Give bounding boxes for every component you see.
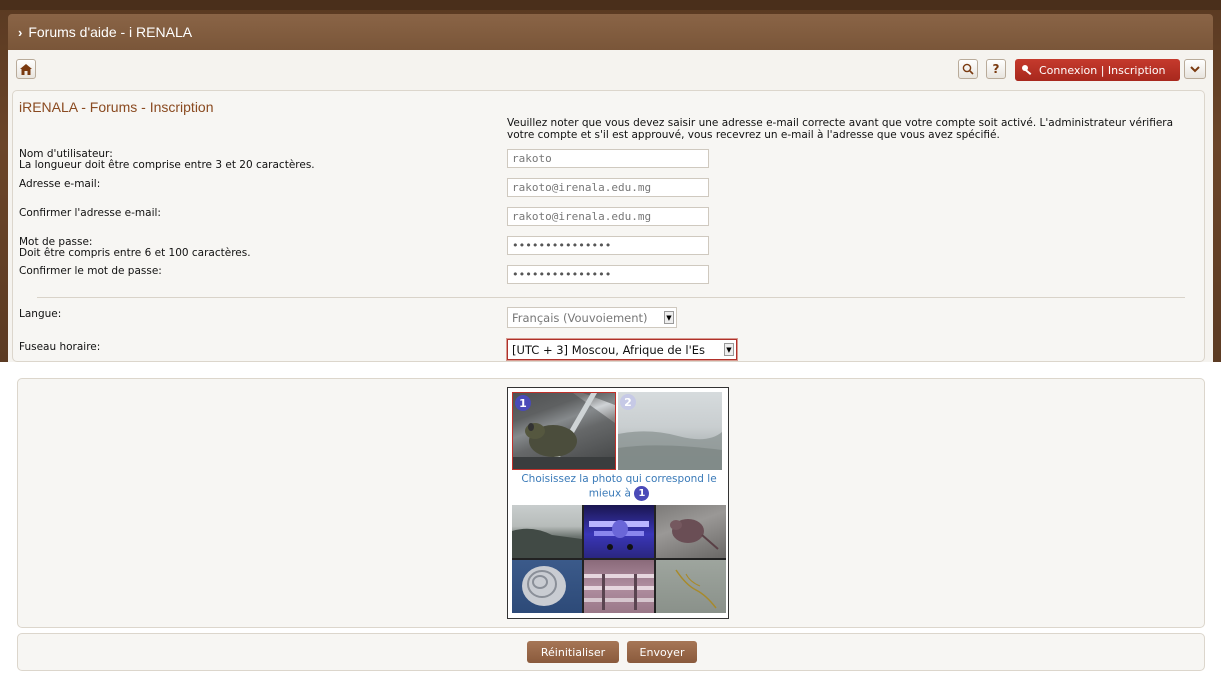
ground-photo-icon [675,569,717,609]
shore-photo-icon [512,528,582,558]
reset-button[interactable]: Réinitialiser [527,641,619,663]
home-button[interactable] [16,59,36,79]
help-button[interactable]: ? [986,59,1006,79]
home-icon [20,63,32,75]
captcha-reference-image-2[interactable]: 2 [618,392,722,470]
captcha-instruction: Choisissez la photo qui correspond le mi… [512,472,726,501]
help-icon: ? [992,62,1000,76]
captcha-choice-grid [512,505,726,613]
captcha-choice-1[interactable] [512,505,582,558]
registration-form: iRENALA - Forums - Inscription Veuillez … [12,90,1205,362]
captcha-instruction-text: Choisissez la photo qui correspond le mi… [521,473,717,500]
forum-title-bar: › Forums d'aide - i RENALA [8,14,1213,50]
language-select-value: Français (Vouvoiement) [512,311,648,325]
page-title: iRENALA - Forums - Inscription [19,99,214,115]
language-label: Langue: [19,308,62,320]
key-icon [1022,65,1032,76]
captcha-number-2: 2 [620,394,636,410]
activation-notice: Veuillez noter que vous devez saisir une… [507,117,1174,141]
password-confirm-label: Confirmer le mot de passe: [19,265,162,277]
email-input[interactable]: rakoto@irenala.edu.mg [507,178,709,197]
captcha-target-number: 1 [634,486,650,501]
email-confirm-label: Confirmer l'adresse e-mail: [19,207,161,219]
main-panel: ? Connexion | Inscription iRENALA - Foru… [8,50,1213,362]
captcha-choice-6[interactable] [656,560,726,613]
animal-photo-icon [670,519,719,550]
email-label: Adresse e-mail: [19,178,101,190]
login-register-button[interactable]: Connexion | Inscription [1015,59,1180,81]
captcha-number-1: 1 [515,395,531,411]
captcha-choice-4[interactable] [512,560,582,613]
login-register-label: Connexion | Inscription [1039,63,1166,77]
search-button[interactable] [958,59,978,79]
captcha-reference-image-1[interactable]: 1 [512,392,616,470]
shell-photo-icon [522,566,566,606]
timezone-select-value: [UTC + 3] Moscou, Afrique de l'Es [512,343,705,357]
captcha-choice-2[interactable] [584,505,654,558]
chevron-down-icon [1190,65,1200,72]
password-confirm-input[interactable]: ••••••••••••••• [507,265,709,284]
forum-title[interactable]: Forums d'aide - i RENALA [28,24,192,40]
chevron-right-icon: › [18,24,23,40]
search-icon [962,63,974,75]
dropdown-menu-button[interactable] [1184,59,1206,79]
email-confirm-input[interactable]: rakoto@irenala.edu.mg [507,207,709,226]
form-divider [37,297,1185,298]
password-hint: Doit être compris entre 6 et 100 caractè… [19,247,251,259]
page-top-strip [0,0,1221,10]
navbar: ? Connexion | Inscription [8,50,1213,90]
dropdown-arrow-icon: ▼ [664,311,674,324]
password-input[interactable]: ••••••••••••••• [507,236,709,255]
language-select[interactable]: Français (Vouvoiement) ▼ [507,307,677,328]
submit-button[interactable]: Envoyer [627,641,697,663]
timezone-select[interactable]: [UTC + 3] Moscou, Afrique de l'Es ▼ [507,339,737,360]
timezone-label: Fuseau horaire: [19,341,101,353]
username-input[interactable]: rakoto [507,149,709,168]
captcha-choice-3[interactable] [656,505,726,558]
bench-photo-icon [584,574,654,610]
image-captcha: 1 2 Choisissez la photo qui correspond l… [507,387,729,619]
dropdown-arrow-icon: ▼ [724,343,734,356]
captcha-choice-5[interactable] [584,560,654,613]
username-hint: La longueur doit être comprise entre 3 e… [19,159,315,171]
airplane-photo-icon [589,520,649,550]
